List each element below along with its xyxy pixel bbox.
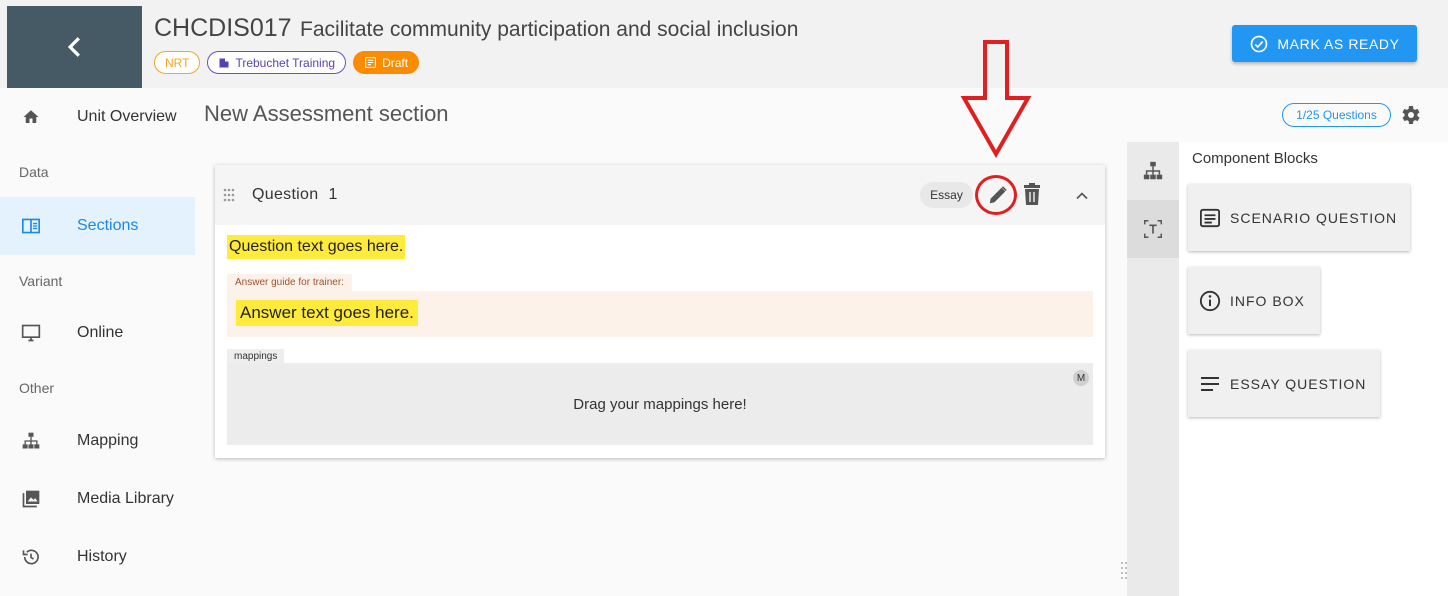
mappings-drop-zone[interactable]: M Drag your mappings here! xyxy=(227,363,1093,445)
trash-icon[interactable] xyxy=(1021,183,1043,207)
home-icon xyxy=(20,106,42,128)
question-label: Question xyxy=(252,186,319,203)
organisation-chip-label: Trebuchet Training xyxy=(235,55,336,70)
draft-list-icon xyxy=(365,57,376,68)
essay-question-label: ESSAY QUESTION xyxy=(1230,375,1367,392)
text-frame-icon xyxy=(1144,220,1162,238)
unit-code: CHCDIS017 xyxy=(154,14,292,42)
tab-components[interactable] xyxy=(1127,200,1179,258)
nrt-chip: NRT xyxy=(154,51,201,74)
sidebar-item-label: Online xyxy=(77,324,124,341)
mappings-placeholder: Drag your mappings here! xyxy=(573,396,747,413)
chevron-left-icon xyxy=(67,37,80,57)
panel-resize-handle-icon[interactable] xyxy=(1120,560,1128,582)
image-library-icon xyxy=(20,488,42,510)
question-card: Question 1 Essay Question text goes here.… xyxy=(215,165,1105,458)
tab-structure[interactable] xyxy=(1127,142,1179,200)
question-text[interactable]: Question text goes here. xyxy=(227,235,406,259)
check-circle-icon xyxy=(1251,35,1268,52)
app-header: CHCDIS017 Facilitate community participa… xyxy=(0,0,1448,88)
sidebar-item-mapping[interactable]: Mapping xyxy=(0,412,195,470)
essay-question-block[interactable]: ESSAY QUESTION xyxy=(1188,350,1380,417)
page-title: New Assessment section xyxy=(204,101,449,126)
status-badge-label: Draft xyxy=(382,55,409,70)
component-blocks-title: Component Blocks xyxy=(1192,150,1318,167)
status-badge: Draft xyxy=(353,51,420,74)
sidebar-item-label: Media Library xyxy=(77,490,174,507)
unit-chips: NRT Trebuchet Training Draft xyxy=(154,51,420,74)
mark-as-ready-button[interactable]: MARK AS READY xyxy=(1232,25,1417,62)
sidebar-item-media-library[interactable]: Media Library xyxy=(0,470,195,528)
sidebar-heading-data: Data xyxy=(19,164,49,180)
question-type-chip: Essay xyxy=(920,182,973,208)
question-number: 1 xyxy=(328,186,338,203)
nrt-chip-label: NRT xyxy=(165,55,190,70)
sidebar-item-label: Sections xyxy=(77,217,139,234)
sidebar-item-unit-overview[interactable]: Unit Overview xyxy=(0,88,195,146)
mark-as-ready-label: MARK AS READY xyxy=(1277,35,1400,52)
lines-icon xyxy=(1201,376,1219,391)
scenario-text-icon xyxy=(1200,208,1220,227)
gear-icon[interactable] xyxy=(1398,103,1422,127)
sidebar-heading-variant: Variant xyxy=(19,273,63,289)
question-count-badge: 1/25 Questions xyxy=(1282,103,1391,127)
mappings-label: mappings xyxy=(227,349,285,364)
annotation-down-arrow-icon xyxy=(960,40,1032,158)
organisation-chip: Trebuchet Training xyxy=(207,51,347,74)
building-icon xyxy=(219,58,229,67)
unit-title: CHCDIS017 Facilitate community participa… xyxy=(154,14,798,43)
annotation-circle xyxy=(975,175,1017,215)
back-button[interactable] xyxy=(7,6,142,88)
chevron-up-icon[interactable] xyxy=(1072,186,1092,206)
sidebar-item-label: History xyxy=(77,548,127,565)
answer-text: Answer text goes here. xyxy=(236,300,418,326)
info-icon xyxy=(1199,290,1221,311)
scenario-question-block[interactable]: SCENARIO QUESTION xyxy=(1188,184,1410,251)
book-open-icon xyxy=(20,215,42,237)
monitor-icon xyxy=(20,322,42,344)
sidebar-item-sections[interactable]: Sections xyxy=(0,197,195,255)
history-icon xyxy=(20,546,42,568)
sidebar-heading-other: Other xyxy=(19,380,55,396)
question-title: Question 1 xyxy=(252,186,338,204)
answer-guide-label: Answer guide for trainer: xyxy=(227,274,352,291)
sidebar-item-label: Mapping xyxy=(77,432,139,449)
question-card-header: Question 1 Essay xyxy=(215,165,1105,225)
sitemap-icon xyxy=(1143,161,1163,180)
drag-handle-icon[interactable] xyxy=(222,187,236,203)
sitemap-icon xyxy=(20,430,42,452)
unit-name: Facilitate community participation and s… xyxy=(300,18,799,41)
sidebar-item-label: Unit Overview xyxy=(77,108,177,125)
mappings-badge: M xyxy=(1073,370,1089,386)
info-box-block[interactable]: INFO BOX xyxy=(1188,267,1320,334)
answer-guide-box[interactable]: Answer text goes here. xyxy=(227,291,1093,337)
sidebar-item-history[interactable]: History xyxy=(0,528,195,586)
info-box-label: INFO BOX xyxy=(1230,292,1305,309)
sidebar-item-online[interactable]: Online xyxy=(0,304,195,362)
scenario-question-label: SCENARIO QUESTION xyxy=(1230,209,1398,226)
sidebar: Unit Overview Data Sections Variant Onli… xyxy=(0,88,195,596)
